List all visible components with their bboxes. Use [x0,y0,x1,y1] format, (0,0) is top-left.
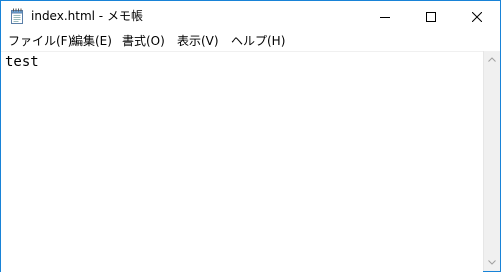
window-title: index.html - メモ帳 [31,9,143,23]
text-editor-area[interactable]: test [1,51,483,272]
scroll-down-arrow-icon[interactable] [484,254,500,271]
close-icon [471,7,483,26]
minimize-icon [380,7,390,26]
notepad-window: index.html - メモ帳 ファイル(F) 編集(E) 書式(O) 表示(… [0,0,501,272]
close-button[interactable] [454,1,500,31]
menu-edit[interactable]: 編集(E) [71,33,112,49]
maximize-button[interactable] [408,1,454,31]
editor-content[interactable]: test [5,53,39,71]
menu-format[interactable]: 書式(O) [122,33,165,49]
minimize-button[interactable] [362,1,408,31]
notepad-icon[interactable] [10,8,24,24]
maximize-icon [426,7,436,26]
menu-file[interactable]: ファイル(F) [8,33,72,49]
scroll-up-arrow-icon[interactable] [484,51,500,68]
vertical-scrollbar[interactable] [483,51,500,271]
menu-view[interactable]: 表示(V) [177,33,219,49]
menu-bar: ファイル(F) 編集(E) 書式(O) 表示(V) ヘルプ(H) [1,31,500,51]
menu-help[interactable]: ヘルプ(H) [231,33,285,49]
title-bar[interactable]: index.html - メモ帳 [1,1,500,31]
